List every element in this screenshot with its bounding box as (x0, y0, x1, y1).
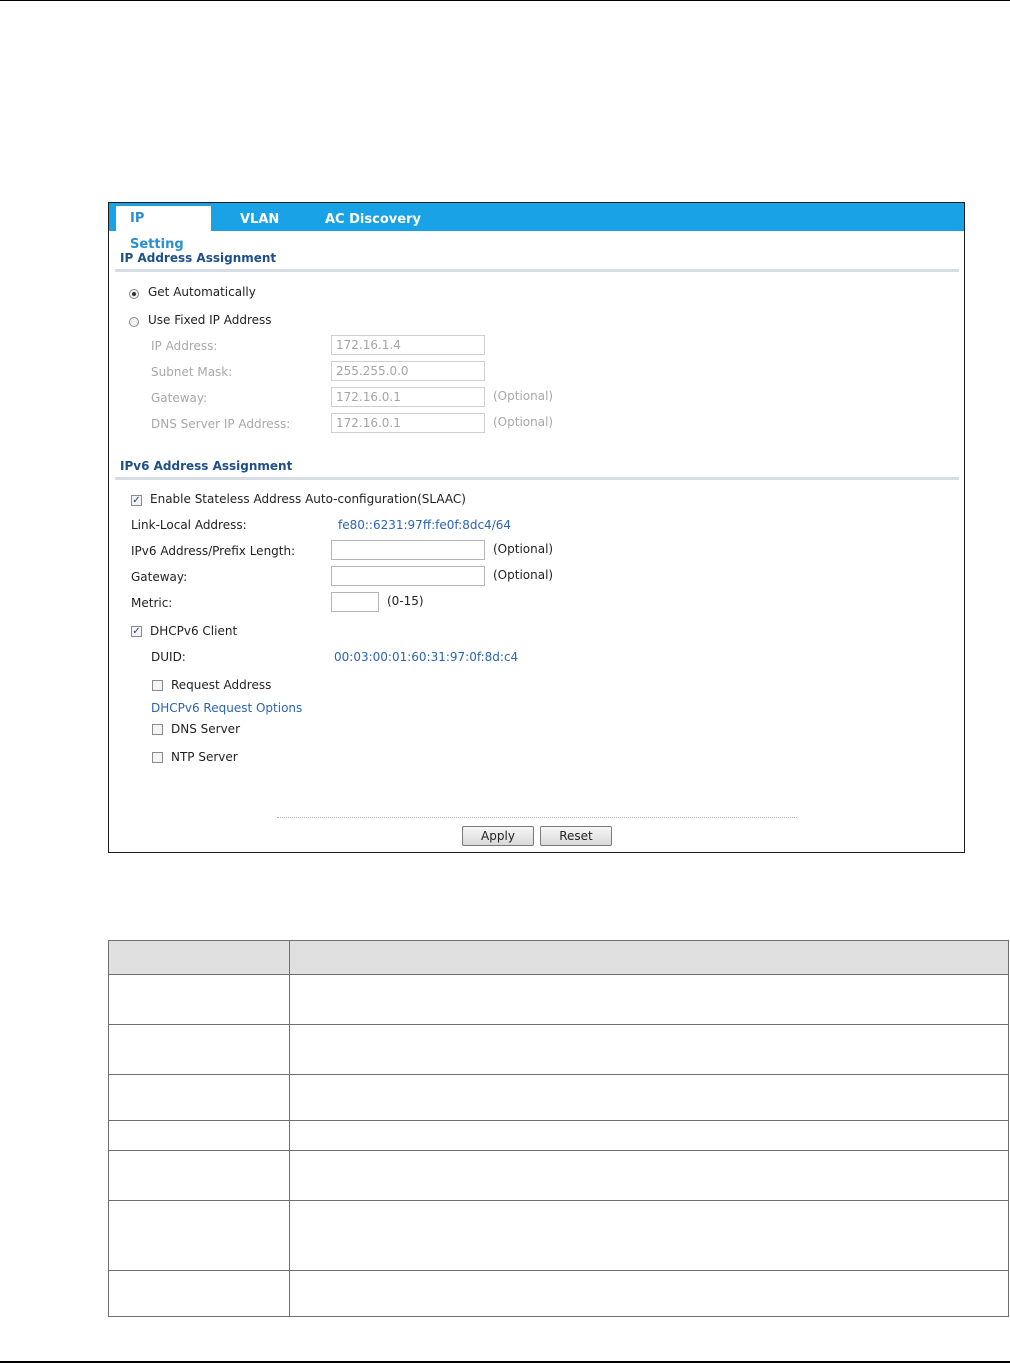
table-cell (108, 1270, 290, 1317)
subnet-mask-label: Subnet Mask: (151, 365, 233, 379)
dhcpv6-client-label: DHCPv6 Client (150, 624, 238, 638)
table-cell (108, 974, 290, 1025)
request-address-label: Request Address (171, 678, 272, 692)
ipv6-prefix-label: IPv6 Address/Prefix Length: (131, 544, 296, 558)
dns-server-ip-field[interactable] (331, 413, 485, 433)
ipv6-gateway-optional: (Optional) (493, 568, 554, 582)
table-cell (108, 1024, 290, 1075)
ipv4-section-title: IP Address Assignment (120, 251, 277, 265)
ipv4-gateway-field[interactable] (331, 387, 485, 407)
field-description-table (108, 940, 1009, 1317)
table-cell (289, 1200, 1009, 1271)
ipv4-gateway-label: Gateway: (151, 391, 208, 405)
top-rule (0, 0, 1010, 1)
table-cell (289, 1024, 1009, 1075)
metric-range: (0-15) (387, 594, 424, 608)
use-fixed-ip-radio[interactable] (129, 317, 139, 327)
table-row (108, 1200, 1009, 1271)
ipv6-prefix-optional: (Optional) (493, 542, 554, 556)
link-local-value: fe80::6231:97ff:fe0f:8dc4/64 (338, 518, 512, 532)
dns-server-checkbox[interactable] (152, 724, 163, 735)
get-automatically-label: Get Automatically (148, 285, 256, 299)
ipv4-gateway-optional: (Optional) (493, 389, 554, 403)
ipv6-gateway-field[interactable] (331, 566, 485, 586)
use-fixed-ip-label: Use Fixed IP Address (148, 313, 272, 327)
ipv6-prefix-field[interactable] (331, 540, 485, 560)
tab-ac-discovery[interactable]: AC Discovery (325, 207, 421, 231)
table-row (108, 974, 1009, 1025)
table-cell (108, 1074, 290, 1121)
table-cell (108, 1200, 290, 1271)
dhcpv6-request-options-title: DHCPv6 Request Options (151, 701, 303, 715)
ntp-server-label: NTP Server (171, 750, 238, 764)
slaac-checkbox[interactable]: ✓ (131, 495, 142, 506)
ntp-server-checkbox[interactable] (152, 752, 163, 763)
table-cell (289, 1270, 1009, 1317)
tab-ip-setting[interactable]: IP Setting (116, 206, 211, 252)
dhcpv6-client-checkbox[interactable]: ✓ (131, 626, 142, 637)
duid-label: DUID: (151, 650, 186, 664)
table-row (108, 1150, 1009, 1201)
table-cell (108, 1150, 290, 1201)
table-row (108, 1074, 1009, 1121)
button-divider (277, 817, 797, 818)
table-header-cell (289, 940, 1009, 975)
table-cell (289, 1074, 1009, 1121)
reset-button[interactable]: Reset (540, 826, 612, 846)
table-cell (108, 1120, 290, 1151)
slaac-label: Enable Stateless Address Auto-configurat… (150, 492, 466, 506)
link-local-label: Link-Local Address: (131, 518, 247, 532)
metric-label: Metric: (131, 596, 173, 610)
apply-button[interactable]: Apply (462, 826, 534, 846)
tab-bar: IP Setting VLAN AC Discovery (109, 203, 964, 252)
table-cell (289, 1120, 1009, 1151)
ipv6-gateway-label: Gateway: (131, 570, 188, 584)
table-header-row (108, 940, 1009, 975)
metric-field[interactable] (331, 592, 379, 612)
duid-value: 00:03:00:01:60:31:97:0f:8d:c4 (334, 650, 519, 664)
request-address-checkbox[interactable] (152, 680, 163, 691)
ipv6-section-divider (115, 477, 959, 480)
table-cell (289, 974, 1009, 1025)
ipv4-section-divider (115, 269, 959, 272)
ip-address-field[interactable] (331, 335, 485, 355)
subnet-mask-field[interactable] (331, 361, 485, 381)
table-header-cell (108, 940, 290, 975)
tab-vlan[interactable]: VLAN (240, 207, 279, 231)
table-row (108, 1270, 1009, 1317)
table-row (108, 1120, 1009, 1151)
table-cell (289, 1150, 1009, 1201)
dns-server-optional: (Optional) (493, 415, 554, 429)
dns-server-label: DNS Server (171, 722, 240, 736)
settings-panel: IP Setting VLAN AC Discovery IP Address … (108, 202, 965, 853)
ip-address-label: IP Address: (151, 339, 218, 353)
ipv6-section-title: IPv6 Address Assignment (120, 459, 293, 473)
get-automatically-radio[interactable] (129, 289, 139, 299)
table-row (108, 1024, 1009, 1075)
dns-server-ip-label: DNS Server IP Address: (151, 417, 291, 431)
